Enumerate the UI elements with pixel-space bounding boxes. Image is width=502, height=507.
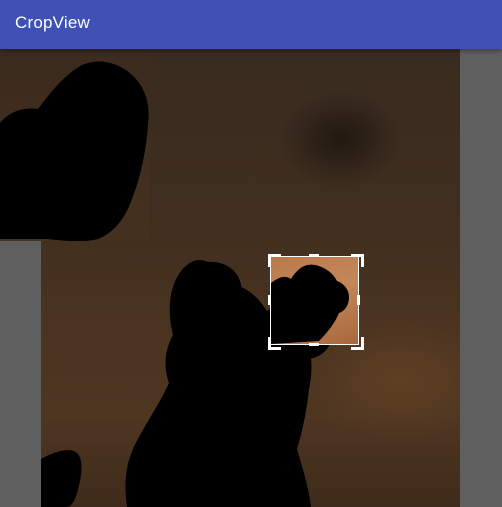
crop-handle-top-left-icon[interactable] (268, 254, 281, 267)
crop-handle-top-right-icon[interactable] (351, 254, 364, 267)
crop-frame-silhouette (271, 264, 349, 344)
crop-handle-right-icon[interactable] (357, 295, 360, 305)
crop-area-padding-right (460, 49, 502, 507)
crop-handle-top-icon[interactable] (309, 254, 319, 257)
app-toolbar: CropView (0, 0, 502, 49)
preview-silhouette (0, 61, 149, 241)
crop-preview-thumbnail (0, 49, 150, 241)
crop-handle-left-icon[interactable] (268, 295, 271, 305)
crop-handle-bottom-right-icon[interactable] (351, 337, 364, 350)
crop-handle-bottom-icon[interactable] (309, 343, 319, 346)
crop-view-app: CropView (0, 0, 502, 507)
crop-frame[interactable] (270, 256, 359, 345)
toolbar-title: CropView (15, 13, 90, 32)
crop-handle-bottom-left-icon[interactable] (268, 337, 281, 350)
